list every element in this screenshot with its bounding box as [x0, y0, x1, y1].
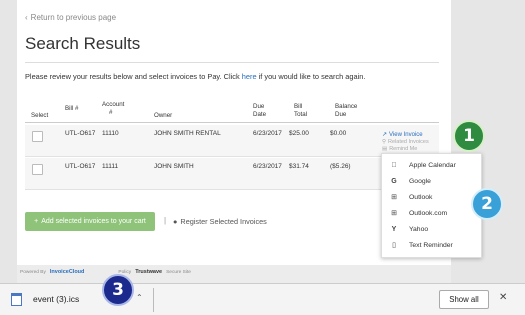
phone-icon: ▯ — [392, 242, 396, 249]
instructions-text: Please review your results below and sel… — [25, 72, 240, 81]
menu-item-outlook[interactable]: ⊞ Outlook — [382, 189, 481, 205]
divider — [153, 288, 154, 312]
page-footer: Powered By InvoiceCloud Policy Trustwave… — [20, 269, 191, 275]
col-account-1: Account — [102, 101, 125, 108]
menu-item-yahoo[interactable]: Y Yahoo — [382, 221, 481, 237]
select-checkbox[interactable] — [32, 131, 43, 142]
apple-icon:  — [388, 162, 400, 169]
balance-due: ($5.26) — [330, 163, 351, 170]
due-date: 6/23/2017 — [253, 130, 282, 137]
add-to-cart-label: Add selected invoices to your cart — [41, 218, 146, 225]
table-row: UTL-O617 11111 JOHN SMITH 6/23/2017 $31.… — [25, 158, 439, 190]
related-invoices-label: Related Invoices — [388, 139, 429, 145]
page-title: Search Results — [25, 34, 141, 53]
powered-by-text: Powered By — [20, 269, 46, 275]
table-row: UTL-O617 11110 JOHN SMITH RENTAL 6/23/20… — [25, 125, 439, 157]
register-selected-link[interactable]: ● Register Selected Invoices — [173, 217, 267, 226]
separator: | — [164, 216, 167, 225]
balance-due: $0.00 — [330, 130, 347, 137]
show-all-button[interactable]: Show all — [439, 290, 489, 309]
col-owner: Owner — [154, 112, 173, 119]
owner: JOHN SMITH — [154, 163, 194, 170]
view-invoice-label: View Invoice — [389, 131, 423, 138]
col-balance-2: Due — [335, 110, 347, 118]
bill-total: $25.00 — [289, 130, 309, 137]
download-bar: event (3).ics ⌃ Show all ✕ — [0, 283, 525, 315]
due-date: 6/23/2017 — [253, 163, 282, 170]
instructions-text-end: if you would like to search again. — [258, 72, 366, 81]
divider — [25, 62, 439, 63]
account-number: 11110 — [102, 130, 119, 137]
menu-item-label: Text Reminder — [409, 241, 453, 249]
col-bill-total-1: Bill — [294, 103, 303, 110]
register-selected-label: Register Selected Invoices — [180, 217, 267, 226]
owner: JOHN SMITH RENTAL — [154, 130, 221, 137]
remind-me-label: Remind Me — [389, 146, 418, 152]
close-icon[interactable]: ✕ — [499, 292, 507, 303]
menu-item-text-reminder[interactable]: ▯ Text Reminder — [382, 237, 481, 253]
menu-item-label: Yahoo — [409, 225, 429, 233]
return-link[interactable]: ‹ Return to previous page — [25, 13, 116, 22]
chevron-left-icon: ‹ — [25, 13, 28, 22]
col-balance-1: Balance — [335, 103, 358, 110]
account-number: 11111 — [102, 163, 119, 170]
external-link-icon: ↗ — [382, 132, 388, 138]
windows-icon: ⊞ — [391, 210, 397, 217]
remind-me-menu:  Apple Calendar G Google ⊞ Outlook ⊞ Ou… — [381, 153, 482, 258]
download-file-name[interactable]: event (3).ics — [33, 294, 79, 304]
search-again-link[interactable]: here — [242, 72, 257, 81]
instructions: Please review your results below and sel… — [25, 72, 365, 81]
google-icon: G — [391, 177, 397, 185]
calendar-file-icon — [11, 293, 22, 306]
left-background — [0, 0, 17, 283]
col-bill-total-2: Total — [294, 110, 308, 118]
yahoo-icon: Y — [391, 225, 397, 233]
menu-item-label: Outlook.com — [409, 209, 448, 217]
remind-me-link[interactable]: ▤ Remind Me — [382, 146, 417, 152]
col-due-2: Date — [253, 110, 267, 118]
menu-item-google[interactable]: G Google — [382, 173, 481, 189]
menu-item-label: Google — [409, 177, 431, 185]
chevron-up-icon[interactable]: ⌃ — [136, 293, 143, 302]
col-bill-1: Bill # — [65, 105, 79, 112]
windows-icon: ⊞ — [391, 194, 397, 201]
user-icon: ● — [173, 217, 178, 226]
menu-item-outlook-com[interactable]: ⊞ Outlook.com — [382, 205, 481, 221]
step-badge-2: 2 — [471, 188, 503, 220]
calendar-icon: ▤ — [382, 146, 388, 152]
col-account-2: # — [109, 108, 113, 116]
view-invoice-link[interactable]: ↗ View Invoice — [382, 131, 423, 139]
bill-total: $31.74 — [289, 163, 309, 170]
col-select: Select — [31, 112, 49, 119]
menu-item-apple-calendar[interactable]:  Apple Calendar — [382, 157, 481, 173]
select-checkbox[interactable] — [32, 164, 43, 175]
step-badge-3: 3 — [102, 274, 134, 306]
menu-item-label: Outlook — [409, 193, 433, 201]
bill-number: UTL-O617 — [65, 163, 96, 170]
related-invoices-link[interactable]: ⚲ Related Invoices — [382, 139, 429, 145]
bill-number: UTL-O617 — [65, 130, 96, 137]
plus-icon: + — [34, 218, 39, 225]
menu-item-label: Apple Calendar — [409, 161, 456, 169]
add-to-cart-button[interactable]: + Add selected invoices to your cart — [25, 212, 155, 231]
step-badge-1: 1 — [453, 120, 485, 152]
trustwave-logo[interactable]: Trustwave — [135, 269, 162, 275]
return-link-label: Return to previous page — [30, 13, 117, 22]
invoicecloud-logo[interactable]: InvoiceCloud — [50, 269, 85, 275]
secure-site-text: Secure Site — [166, 269, 191, 275]
search-icon: ⚲ — [382, 139, 387, 145]
table-header: Select Bill # Account # Owner Due Date B… — [25, 101, 439, 123]
col-due-1: Due — [253, 103, 265, 110]
